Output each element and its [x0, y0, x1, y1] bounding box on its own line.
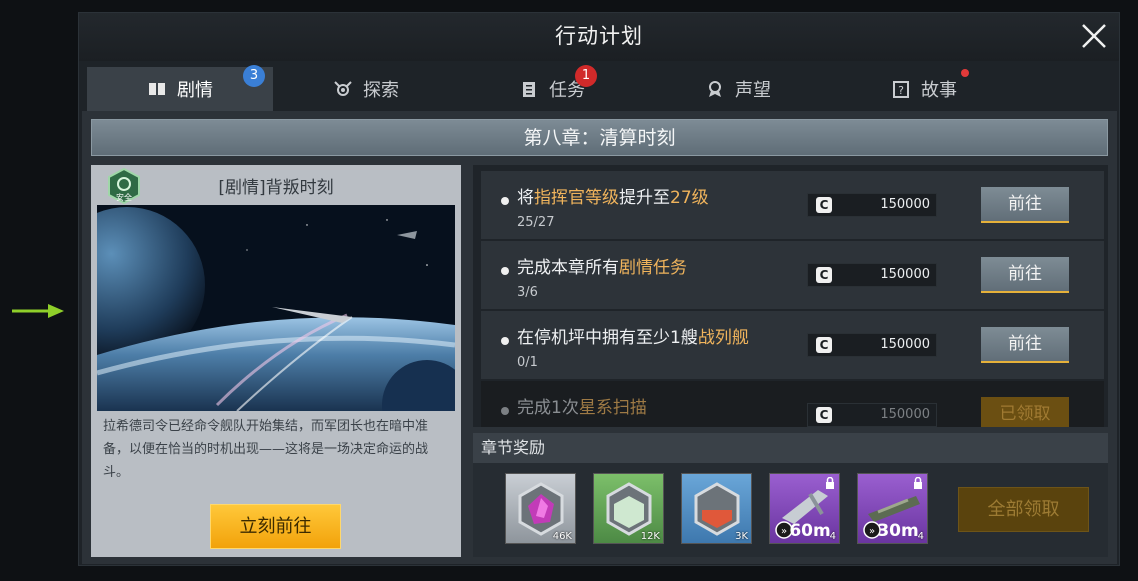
task-text: 完成1次星系扫描 [517, 398, 647, 418]
task-reward: C 150000 [807, 263, 937, 287]
svg-text:»: » [869, 526, 875, 537]
space-scene-image [97, 205, 455, 411]
claim-all-button[interactable]: 全部领取 [958, 487, 1089, 532]
chapter-rewards-header: 章节奖励 [473, 433, 1108, 463]
svg-text:30m: 30m [877, 521, 918, 541]
lock-icon [826, 477, 834, 489]
tab-explore[interactable]: 探索 [273, 67, 459, 111]
reward-item[interactable]: » 30m 4 [857, 473, 928, 544]
tab-reputation[interactable]: 声望 [645, 67, 831, 111]
close-icon[interactable] [1079, 21, 1109, 51]
reward-amount: 150000 [880, 267, 930, 282]
reward-item[interactable]: 3K [681, 473, 752, 544]
goto-button[interactable]: 前往 [981, 257, 1069, 293]
tab-tasks[interactable]: 任务 1 [459, 65, 645, 111]
tab-label: 故事 [921, 80, 957, 101]
story-icon: ? [893, 81, 909, 98]
task-text: 完成本章所有剧情任务 [517, 258, 687, 278]
tab-bar: 剧情 3 探索 任务 1 声望 ? 故事 [87, 65, 1117, 111]
story-title: [剧情]背叛时刻 [218, 178, 334, 198]
task-reward: C 150000 [807, 193, 937, 217]
story-description: 拉希德司令已经命令舰队开始集结，而军团长也在暗中准备，以便在恰当的时机出现——这… [103, 419, 429, 480]
task-reward: C 150000 [807, 403, 937, 427]
bullet-icon [501, 407, 509, 415]
notification-badge: 3 [243, 65, 265, 87]
task-progress: 0/1 [517, 355, 538, 370]
item-count: 4 [917, 531, 924, 542]
svg-text:»: » [781, 526, 787, 537]
task-progress: 3/6 [517, 285, 538, 300]
explore-icon [334, 81, 352, 96]
action-plan-panel: 行动计划 剧情 3 探索 任务 1 声望 ? 故事 第八章：清算时刻 安全 [剧… [78, 12, 1120, 566]
window-title: 行动计划 [79, 13, 1119, 61]
item-count: 3K [735, 531, 748, 542]
tab-label: 声望 [735, 80, 771, 101]
tab-label: 探索 [363, 80, 399, 101]
story-card: 安全 [剧情]背叛时刻 拉希德司令已经命令舰队开始集结，而军团长也在暗中准备，以… [91, 165, 461, 557]
item-count: 46K [552, 531, 572, 542]
item-count: 12K [640, 531, 660, 542]
reward-item[interactable]: 12K [593, 473, 664, 544]
task-text: 在停机坪中拥有至少1艘战列舰 [517, 328, 749, 348]
goto-button[interactable]: 前往 [981, 327, 1069, 363]
notification-dot [961, 69, 969, 77]
chapter-rewards: 章节奖励 46K 12K 3K » 60m 4 » 30m 4 全部领取 [473, 433, 1108, 557]
claimed-button[interactable]: 已领取 [981, 397, 1069, 427]
chapter-title: 第八章：清算时刻 [91, 119, 1108, 156]
credit-icon: C [816, 407, 832, 423]
credit-icon: C [816, 267, 832, 283]
tab-story-archive[interactable]: ? 故事 [831, 67, 1017, 111]
content-area: 第八章：清算时刻 安全 [剧情]背叛时刻 拉希德司令已经命令舰队开始集结，而军团… [82, 111, 1117, 564]
credit-icon: C [816, 337, 832, 353]
item-count: 4 [829, 531, 836, 542]
goto-button[interactable]: 前往 [981, 187, 1069, 223]
task-list: 将指挥官等级提升至27级 25/27 C 150000 前往 完成本章所有剧情任… [473, 165, 1108, 427]
lock-icon [914, 477, 922, 489]
task-text: 将指挥官等级提升至27级 [517, 188, 709, 208]
list-item: 完成本章所有剧情任务 3/6 C 150000 前往 [481, 241, 1104, 309]
list-item: 完成1次星系扫描 C 150000 已领取 [481, 381, 1104, 427]
reward-amount: 150000 [880, 197, 930, 212]
tab-story[interactable]: 剧情 3 [87, 65, 273, 111]
bullet-icon [501, 267, 509, 275]
tab-label: 剧情 [177, 80, 213, 101]
go-now-button[interactable]: 立刻前往 [210, 504, 341, 549]
medal-icon [709, 81, 721, 97]
credit-icon: C [816, 197, 832, 213]
bullet-icon [501, 337, 509, 345]
reward-amount: 150000 [880, 407, 930, 422]
reward-item[interactable]: » 60m 4 [769, 473, 840, 544]
task-progress: 25/27 [517, 215, 555, 230]
arrow-right-icon [12, 304, 64, 318]
task-reward: C 150000 [807, 333, 937, 357]
list-item: 在停机坪中拥有至少1艘战列舰 0/1 C 150000 前往 [481, 311, 1104, 379]
reward-amount: 150000 [880, 337, 930, 352]
bullet-icon [501, 197, 509, 205]
book-icon [149, 83, 165, 95]
svg-text:60m: 60m [789, 521, 830, 541]
list-item: 将指挥官等级提升至27级 25/27 C 150000 前往 [481, 171, 1104, 239]
notification-badge: 1 [575, 65, 597, 87]
clipboard-icon [523, 82, 535, 97]
reward-item[interactable]: 46K [505, 473, 576, 544]
svg-text:?: ? [898, 84, 904, 97]
